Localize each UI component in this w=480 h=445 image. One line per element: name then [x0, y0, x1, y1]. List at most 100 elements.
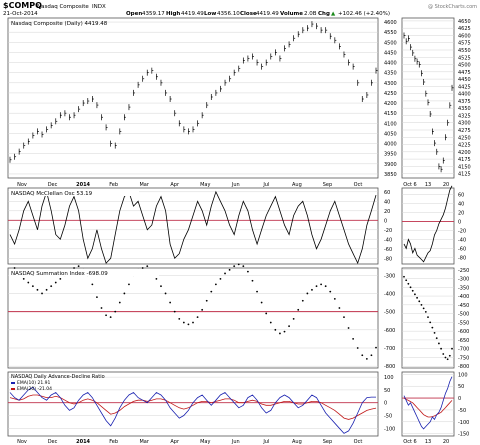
price-zoom-axis-tick-label: 4525	[458, 55, 471, 61]
sum-point	[205, 299, 208, 302]
price-zoom-axis-tick-label: 4475	[458, 70, 471, 76]
adr-x-label: Sep	[323, 439, 332, 445]
sum-zoom-point	[405, 279, 408, 282]
adr-zoom-ema10-line	[403, 376, 453, 430]
sum-zoom-point	[429, 321, 432, 324]
price-axis-tick-label: 4550	[384, 30, 397, 36]
price-zoom-axis-tick-label: 4325	[458, 113, 471, 119]
sum-point	[219, 278, 222, 280]
price-zoom-axis-tick-label: 4650	[458, 19, 471, 25]
sum-zoom-point	[416, 296, 418, 299]
price-zoom-axis-tick-label: 4350	[458, 106, 471, 112]
adr-x-label: Jul	[262, 439, 269, 445]
price-x-label: Nov	[17, 182, 27, 188]
price-zoom-axis-tick-label: 4500	[458, 63, 471, 69]
close-label: Close	[240, 11, 257, 17]
price-zoom-axis-tick-label: 4575	[458, 41, 471, 47]
sum-point	[306, 292, 309, 295]
price-zoom-axis-tick-label: 4375	[458, 99, 471, 105]
sum-point	[210, 290, 213, 293]
sum-point	[59, 278, 62, 280]
osc-zoom-axis-tick-label: -40	[458, 237, 466, 243]
price-zoom-axis-tick-label: 4200	[458, 150, 471, 156]
sum-zoom-point	[407, 282, 410, 285]
adr-x-label: Apr	[170, 439, 180, 445]
sum-zoom-axis-tick-label: -750	[458, 355, 469, 361]
sum-point	[288, 325, 290, 328]
sum-point	[50, 285, 53, 288]
sum-point	[251, 279, 254, 282]
sum-point	[343, 316, 345, 318]
adr-zoom-x-label: Oct 6	[403, 439, 416, 445]
price-x-label: Jul	[262, 182, 269, 188]
price-axis-tick-label: 3850	[384, 172, 397, 178]
sum-point	[214, 283, 217, 286]
price-axis-tick-label: 4150	[384, 111, 397, 117]
volume-label: Volume	[280, 11, 303, 17]
sum-point	[347, 327, 350, 329]
sum-point	[201, 308, 204, 311]
adr-zoom-x-label: 13	[425, 439, 431, 445]
high-value: 4419.49	[181, 11, 204, 17]
sum-point	[192, 321, 194, 324]
sum-zoom-point	[440, 347, 442, 350]
chg-arrow-icon: ▲	[331, 11, 336, 17]
sum-point	[329, 290, 332, 293]
chg-value: +102.46 (+2.40%)	[338, 11, 390, 17]
osc-axis-tick-label: 20	[384, 209, 390, 215]
sum-point	[91, 283, 94, 286]
sum-point	[315, 285, 318, 288]
osc-axis-tick-label: -20	[384, 228, 392, 234]
sum-point	[365, 358, 368, 360]
osc-zoom-line	[403, 185, 453, 263]
sum-point	[36, 288, 39, 291]
sum-point	[13, 267, 16, 269]
adr-legend-ema10-label: EMA(10) 21.91	[17, 380, 50, 386]
price-axis-tick-label: 4050	[384, 131, 397, 137]
sum-point	[320, 283, 322, 286]
price-x-label: Dec	[48, 182, 58, 188]
sum-point	[279, 332, 281, 335]
price-axis-tick-label: 4400	[384, 61, 397, 67]
sum-point	[105, 314, 107, 317]
low-value: 4356.10	[217, 11, 240, 17]
osc-axis-tick-label: 40	[384, 199, 390, 205]
sum-zoom-point	[422, 307, 425, 310]
sum-point	[274, 328, 277, 331]
price-axis-tick-label: 4450	[384, 50, 397, 56]
price-zoom-axis-tick-label: 4450	[458, 77, 471, 83]
price-x-label: 2014	[76, 182, 90, 188]
price-axis-tick-label: 4300	[384, 81, 397, 87]
sum-point	[356, 347, 359, 349]
sum-axis-tick-label: -700	[384, 346, 395, 352]
sum-zoom-axis-tick-label: -400	[458, 294, 469, 300]
sum-point	[109, 316, 112, 318]
index-name: Nasdaq Composite	[37, 4, 89, 10]
adr-zoom-axis-tick-label: -50	[458, 408, 466, 414]
sum-point	[292, 318, 295, 320]
price-zoom-axis-tick-label: 4400	[458, 92, 471, 98]
adr-zoom-axis-tick-label: 0	[458, 396, 461, 402]
sum-point	[242, 265, 245, 268]
price-x-label: Feb	[109, 182, 118, 188]
price-axis-tick-label: 4200	[384, 101, 397, 107]
adr-zoom-axis-tick-label: 100	[458, 372, 468, 378]
sum-point	[233, 265, 236, 268]
price-x-label: Oct	[354, 182, 363, 188]
sum-zoom-point	[409, 286, 412, 289]
price-zoom-x-label: 20	[443, 182, 449, 188]
sum-zoom-point	[444, 356, 447, 359]
osc-axis-tick-label: -60	[384, 247, 392, 253]
sum-zoom-axis-tick-label: -700	[458, 347, 469, 353]
sum-zoom-axis-tick-label: -800	[458, 364, 469, 370]
adr-x-label: Oct	[354, 439, 363, 445]
adr-axis-tick-label: 0	[384, 401, 387, 407]
price-x-label: Sep	[323, 182, 332, 188]
sum-point	[54, 281, 57, 284]
sum-point	[77, 265, 80, 268]
sum-point	[196, 316, 199, 318]
adr-axis-tick-label: -100	[384, 426, 395, 432]
sum-axis-tick-label: -300	[384, 273, 395, 279]
sum-zoom-axis-tick-label: -600	[458, 329, 469, 335]
price-panel-title: Nasdaq Composite (Daily) 4419.48	[11, 21, 108, 27]
